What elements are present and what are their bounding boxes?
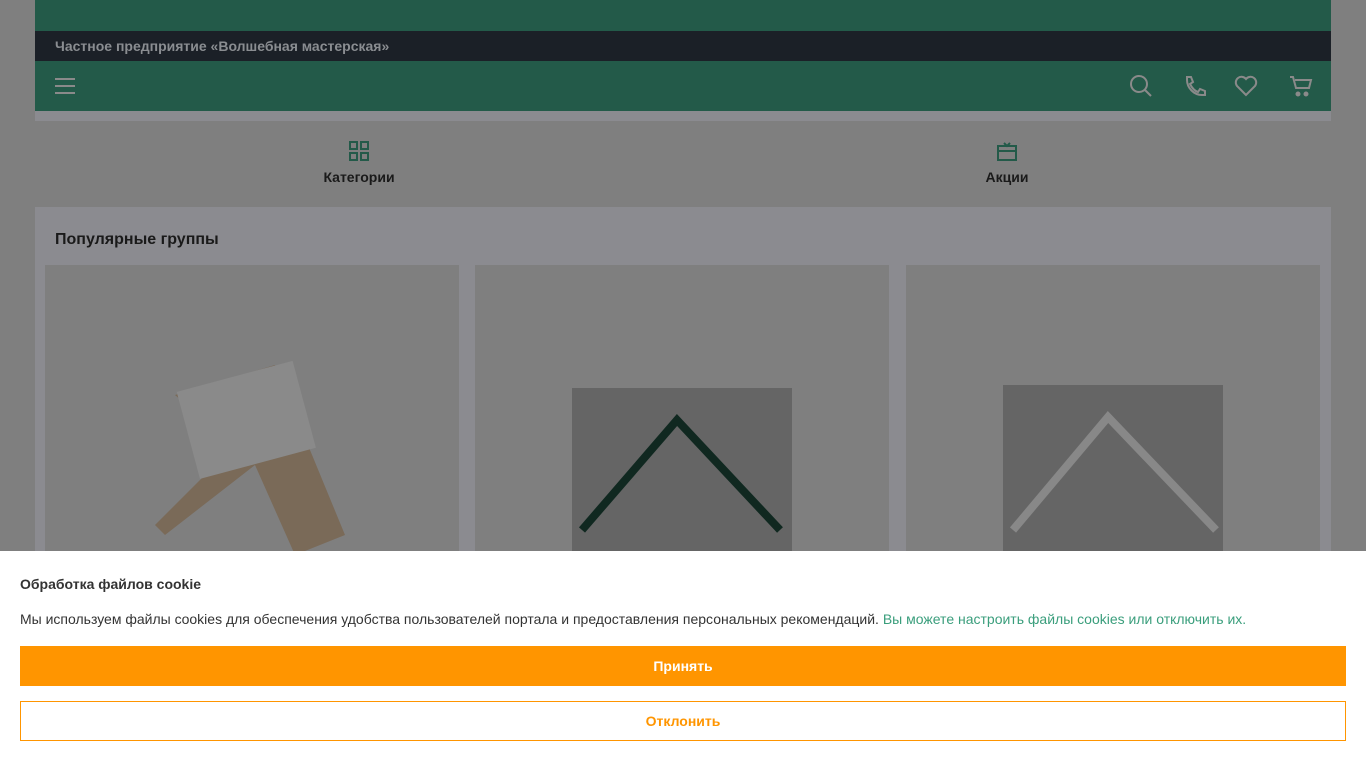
accept-button[interactable]: Принять [20, 646, 1346, 686]
group-card[interactable] [906, 265, 1320, 565]
product-image [572, 388, 792, 568]
product-image [155, 360, 345, 555]
tab-categories[interactable]: Категории [35, 121, 683, 207]
decline-button[interactable]: Отклонить [20, 701, 1346, 741]
phone-icon[interactable] [1184, 74, 1208, 98]
top-strip [35, 0, 1331, 31]
heart-icon[interactable] [1234, 74, 1258, 98]
cart-icon[interactable] [1289, 74, 1313, 98]
cookie-message: Мы используем файлы cookies для обеспече… [20, 611, 879, 627]
group-card[interactable] [475, 265, 889, 568]
tab-label: Категории [323, 169, 395, 185]
section-title: Популярные группы [55, 231, 219, 248]
grid-icon [349, 141, 369, 161]
search-icon[interactable] [1129, 74, 1153, 98]
menu-icon[interactable] [53, 74, 77, 98]
group-card[interactable] [45, 265, 459, 565]
tab-label: Акции [985, 169, 1029, 185]
company-name: Частное предприятие «Волшебная мастерска… [35, 31, 1331, 61]
cookie-title: Обработка файлов cookie [20, 576, 202, 592]
cookie-settings-link[interactable]: Вы можете настроить файлы cookies или от… [883, 611, 1246, 627]
cookie-text: Мы используем файлы cookies для обеспече… [20, 611, 1346, 627]
navbar [35, 61, 1331, 111]
product-image [1003, 385, 1223, 565]
cookie-banner: Обработка файлов cookie Мы используем фа… [0, 551, 1366, 768]
quick-tabs: Категории Акции [35, 121, 1331, 207]
gift-icon [997, 142, 1017, 161]
tab-promotions[interactable]: Акции [683, 121, 1331, 207]
